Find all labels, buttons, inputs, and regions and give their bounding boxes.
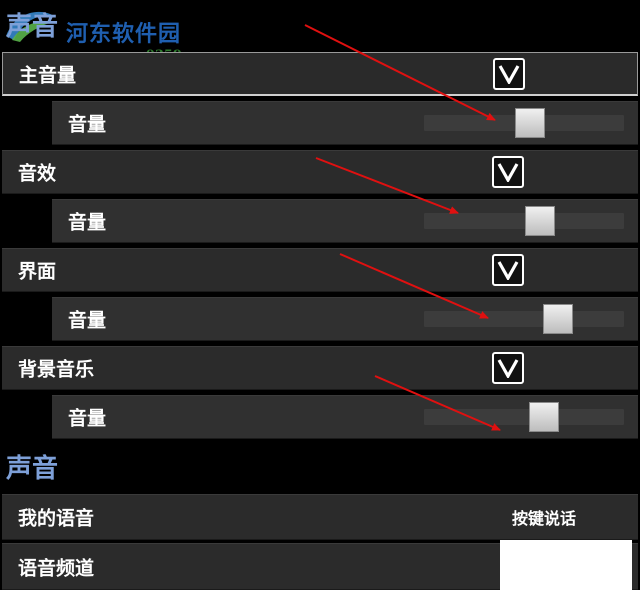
voice-channel-label: 语音频道 (18, 557, 95, 579)
check-v-icon (497, 359, 519, 378)
master-volume-label: 主音量 (19, 64, 77, 86)
sound-effects-label: 音效 (18, 162, 57, 185)
background-music-checkbox[interactable] (492, 352, 524, 384)
my-voice-row: 我的语音 按键说话 (2, 494, 638, 540)
background-music-slider-thumb[interactable] (529, 402, 559, 432)
section-title-sound-top: 声音 (6, 12, 59, 42)
master-volume-slider-label: 音量 (68, 113, 107, 136)
interface-row[interactable]: 界面 (2, 248, 638, 292)
background-music-label: 背景音乐 (18, 358, 95, 381)
voice-channel-value-panel[interactable] (500, 540, 632, 590)
sound-effects-slider[interactable] (424, 206, 624, 236)
master-volume-slider-thumb[interactable] (515, 108, 545, 138)
background-music-row[interactable]: 背景音乐 (2, 346, 638, 390)
sound-effects-slider-thumb[interactable] (525, 206, 555, 236)
master-volume-checkbox[interactable] (493, 57, 525, 90)
interface-slider-thumb[interactable] (543, 304, 573, 334)
sound-effects-slider-label: 音量 (68, 211, 107, 234)
section-title-sound-bottom: 声音 (6, 454, 59, 484)
background-music-slider-row: 音量 (52, 395, 638, 439)
check-v-icon (497, 163, 519, 182)
interface-checkbox[interactable] (492, 254, 524, 286)
background-music-slider[interactable] (424, 402, 624, 432)
push-to-talk-button[interactable]: 按键说话 (512, 505, 576, 529)
check-v-icon (498, 64, 520, 84)
background-music-slider-label: 音量 (68, 407, 107, 430)
master-volume-row[interactable]: 主音量 (2, 52, 638, 96)
watermark-title: 河东软件园 (66, 21, 182, 47)
my-voice-label: 我的语音 (18, 507, 95, 530)
master-volume-slider[interactable] (424, 108, 624, 138)
sound-effects-checkbox[interactable] (492, 156, 524, 188)
check-v-icon (497, 261, 519, 280)
interface-slider-label: 音量 (68, 309, 107, 332)
interface-label: 界面 (18, 260, 57, 283)
interface-slider-row: 音量 (52, 297, 638, 341)
master-volume-slider-row: 音量 (52, 101, 638, 145)
sound-effects-slider-row: 音量 (52, 199, 638, 243)
sound-effects-row[interactable]: 音效 (2, 150, 638, 194)
interface-slider[interactable] (424, 304, 624, 334)
